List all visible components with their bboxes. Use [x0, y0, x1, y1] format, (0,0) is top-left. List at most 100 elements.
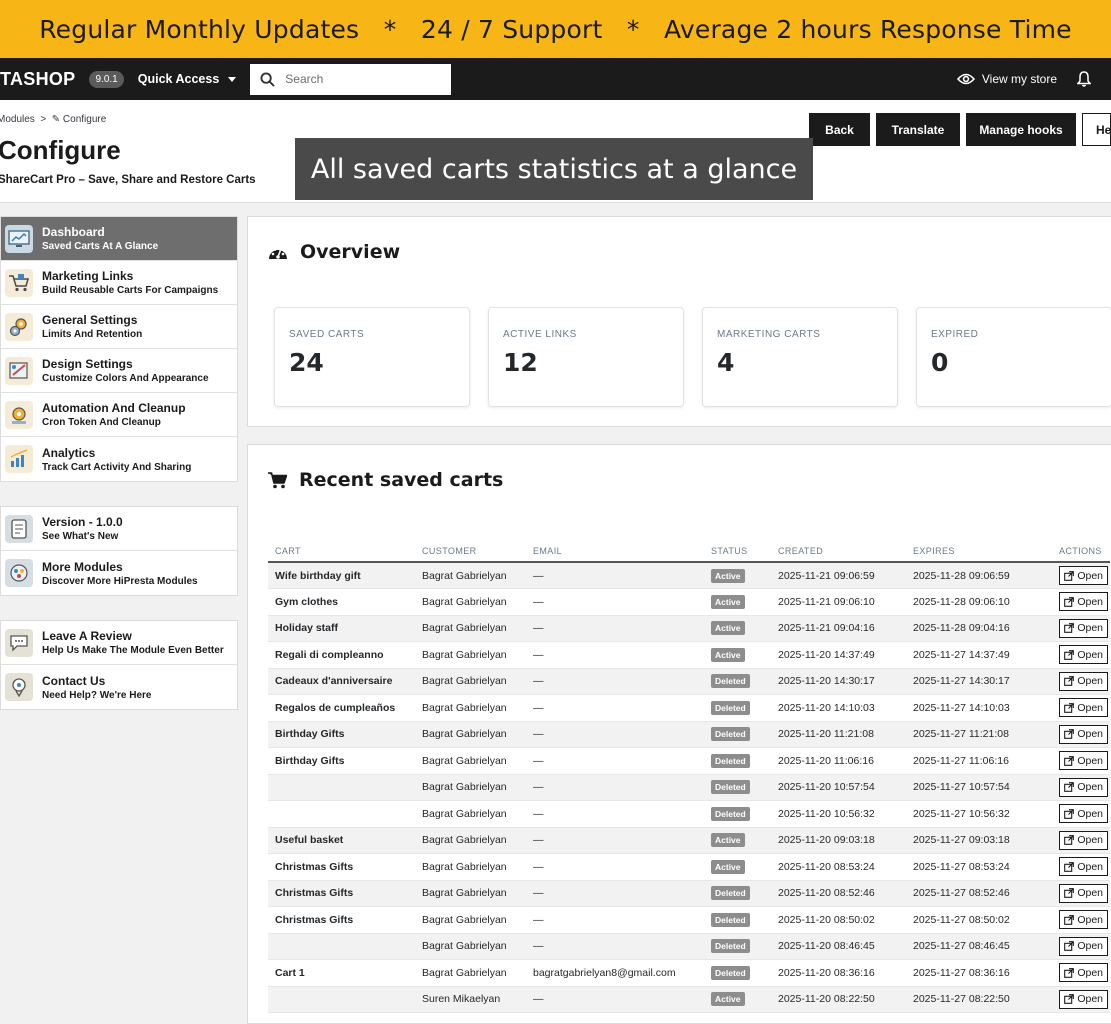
header-toolbar: Back Translate Manage hooks He [809, 113, 1111, 146]
status-badge: Active [711, 833, 745, 848]
actions-cell: Open [1052, 800, 1110, 828]
brand-logo[interactable]: TASHOP [0, 69, 75, 90]
open-cart-button[interactable]: Open [1059, 592, 1108, 612]
open-cart-button[interactable]: Open [1059, 566, 1108, 585]
external-link-icon [1064, 782, 1075, 793]
open-cart-button[interactable]: Open [1059, 777, 1108, 797]
external-link-icon [1064, 941, 1075, 952]
view-store-link[interactable]: View my store [956, 72, 1057, 86]
bell-icon[interactable] [1077, 71, 1091, 87]
modules-icon [5, 559, 33, 587]
expires-cell: 2025-11-28 09:06:10 [906, 588, 1052, 616]
cart-name-cell: Useful basket [268, 827, 415, 854]
open-cart-button[interactable]: Open [1059, 671, 1108, 691]
stat-label: ACTIVE LINKS [503, 329, 577, 340]
expires-cell: 2025-11-27 14:30:17 [906, 668, 1052, 695]
customer-cell: Bagrat Gabrielyan [415, 827, 526, 854]
search-input[interactable] [285, 72, 436, 86]
status-badge: Active [711, 859, 745, 874]
open-cart-button[interactable]: Open [1059, 698, 1108, 718]
quick-access-menu[interactable]: Quick Access [138, 72, 237, 86]
cart-name-cell: Christmas Gifts [268, 853, 415, 881]
email-cell: — [526, 827, 704, 854]
help-button[interactable]: He [1082, 113, 1111, 146]
sidebar-item-subtitle: Track Cart Activity And Sharing [42, 461, 192, 473]
overview-heading: Overview [268, 241, 400, 263]
sidebar-item-more-modules[interactable]: More Modules Discover More HiPresta Modul… [1, 551, 237, 595]
module-sidebar: Dashboard Saved Carts At A Glance Marketi… [0, 216, 238, 734]
design-icon [5, 356, 33, 385]
cart-name-cell [268, 800, 415, 828]
open-cart-button[interactable]: Open [1059, 857, 1108, 877]
external-link-icon [1064, 994, 1075, 1005]
col-created: CREATED [771, 540, 906, 563]
sidebar-item-title: General Settings [42, 313, 138, 327]
sidebar-item-review[interactable]: Leave A Review Help Us Make The Module Ev… [1, 621, 237, 665]
review-icon [5, 628, 33, 657]
sidebar-item-subtitle: Discover More HiPresta Modules [42, 575, 198, 587]
open-cart-button[interactable]: Open [1059, 830, 1108, 850]
expires-cell: 2025-11-27 08:22:50 [906, 986, 1052, 1013]
stat-label: EXPIRED [931, 329, 979, 340]
breadcrumb[interactable]: Modules > ✎ Configure [0, 114, 106, 125]
status-badge: Deleted [711, 753, 750, 768]
open-cart-button[interactable]: Open [1059, 989, 1108, 1009]
open-cart-button[interactable]: Open [1059, 804, 1108, 824]
open-label: Open [1077, 940, 1103, 953]
table-row: Regalos de cumpleaños Bagrat Gabrielyan — D… [268, 694, 1110, 722]
expires-cell: 2025-11-28 09:06:59 [906, 562, 1052, 589]
open-cart-button[interactable]: Open [1059, 883, 1108, 903]
email-cell: — [526, 615, 704, 642]
email-cell: — [526, 906, 704, 934]
open-cart-button[interactable]: Open [1059, 936, 1108, 956]
open-cart-button[interactable]: Open [1059, 751, 1108, 771]
email-cell: — [526, 694, 704, 722]
sidebar-item-subtitle: Need Help? We're Here [42, 689, 152, 701]
status-badge: Deleted [711, 727, 750, 742]
sidebar-item-design-settings[interactable]: Design Settings Customize Colors And Appe… [1, 349, 237, 393]
sidebar-group-info: Version - 1.0.0 See What's New More Modul… [0, 506, 238, 596]
open-label: Open [1077, 834, 1103, 847]
status-cell: Active [704, 827, 771, 854]
customer-cell: Bagrat Gabrielyan [415, 933, 526, 960]
open-cart-button[interactable]: Open [1059, 963, 1108, 983]
created-cell: 2025-11-20 10:56:32 [771, 800, 906, 828]
cart-name-cell [268, 933, 415, 960]
created-cell: 2025-11-20 08:36:16 [771, 959, 906, 987]
expires-cell: 2025-11-27 08:46:45 [906, 933, 1052, 960]
version-badge: 9.0.1 [89, 70, 124, 88]
customer-cell: Bagrat Gabrielyan [415, 959, 526, 987]
actions-cell: Open [1052, 694, 1110, 722]
translate-button[interactable]: Translate [876, 113, 960, 146]
expires-cell: 2025-11-27 14:10:03 [906, 694, 1052, 722]
cart-name-cell: Christmas Gifts [268, 880, 415, 907]
status-cell: Deleted [704, 933, 771, 960]
back-button[interactable]: Back [809, 113, 870, 146]
sidebar-item-contact[interactable]: Contact Us Need Help? We're Here [1, 665, 237, 709]
sidebar-item-title: Analytics [42, 445, 96, 460]
open-cart-button[interactable]: Open [1059, 724, 1108, 744]
sidebar-item-dashboard[interactable]: Dashboard Saved Carts At A Glance [1, 217, 237, 261]
table-row: Bagrat Gabrielyan — Deleted 2025-11-20 10:5… [268, 774, 1110, 801]
open-cart-button[interactable]: Open [1059, 910, 1108, 930]
open-cart-button[interactable]: Open [1059, 618, 1108, 638]
view-store-label: View my store [981, 72, 1057, 86]
top-navbar: TASHOP 9.0.1 Quick Access View my store [0, 58, 1111, 100]
cart-name-cell: Holiday staff [268, 615, 415, 642]
open-label: Open [1077, 701, 1103, 714]
sidebar-item-automation[interactable]: Automation And Cleanup Cron Token And Cle… [1, 393, 237, 437]
sidebar-item-version[interactable]: Version - 1.0.0 See What's New [1, 507, 237, 551]
open-cart-button[interactable]: Open [1059, 645, 1108, 665]
sidebar-item-analytics[interactable]: Analytics Track Cart Activity And Sharing [1, 437, 237, 481]
col-actions: ACTIONS [1052, 540, 1110, 563]
search-box[interactable] [250, 63, 452, 95]
sidebar-item-general-settings[interactable]: General Settings Limits And Retention [1, 305, 237, 349]
email-cell: — [526, 641, 704, 669]
status-cell: Active [704, 615, 771, 642]
sidebar-item-marketing-links[interactable]: Marketing Links Build Reusable Carts For … [1, 261, 237, 305]
open-label: Open [1077, 807, 1103, 820]
manage-hooks-button[interactable]: Manage hooks [966, 113, 1076, 146]
table-row: Regali di compleanno Bagrat Gabrielyan — Ac… [268, 641, 1110, 669]
created-cell: 2025-11-20 08:53:24 [771, 853, 906, 881]
expires-cell: 2025-11-27 10:56:32 [906, 800, 1052, 828]
